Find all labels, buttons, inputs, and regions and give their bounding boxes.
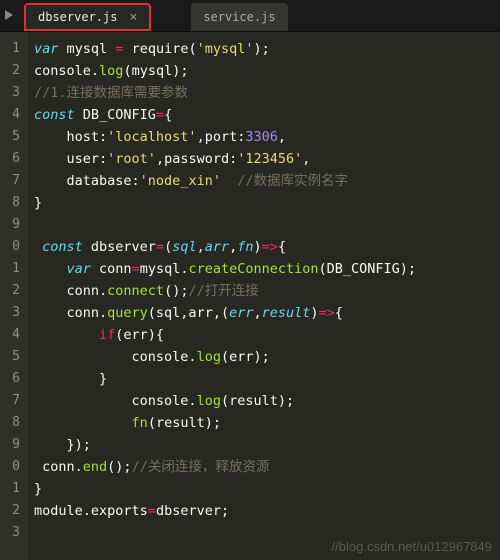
close-icon[interactable]: × [129,10,137,25]
code-content[interactable]: var mysql = require('mysql'); console.lo… [28,32,500,560]
run-icon[interactable] [4,8,18,22]
tab-service[interactable]: service.js [191,3,287,31]
tab-label: service.js [203,10,275,24]
code-area: 1 2 3 4 5 6 7 8 9 0 1 2 3 4 5 6 7 8 9 0 … [0,32,500,560]
tab-bar: dbserver.js × service.js [0,0,500,32]
tab-label: dbserver.js [38,10,117,24]
line-gutter: 1 2 3 4 5 6 7 8 9 0 1 2 3 4 5 6 7 8 9 0 … [0,32,28,560]
watermark: //blog.csdn.net/u012967849 [332,539,492,554]
editor-window: dbserver.js × service.js 1 2 3 4 5 6 7 8… [0,0,500,560]
tab-dbserver[interactable]: dbserver.js × [24,3,151,31]
